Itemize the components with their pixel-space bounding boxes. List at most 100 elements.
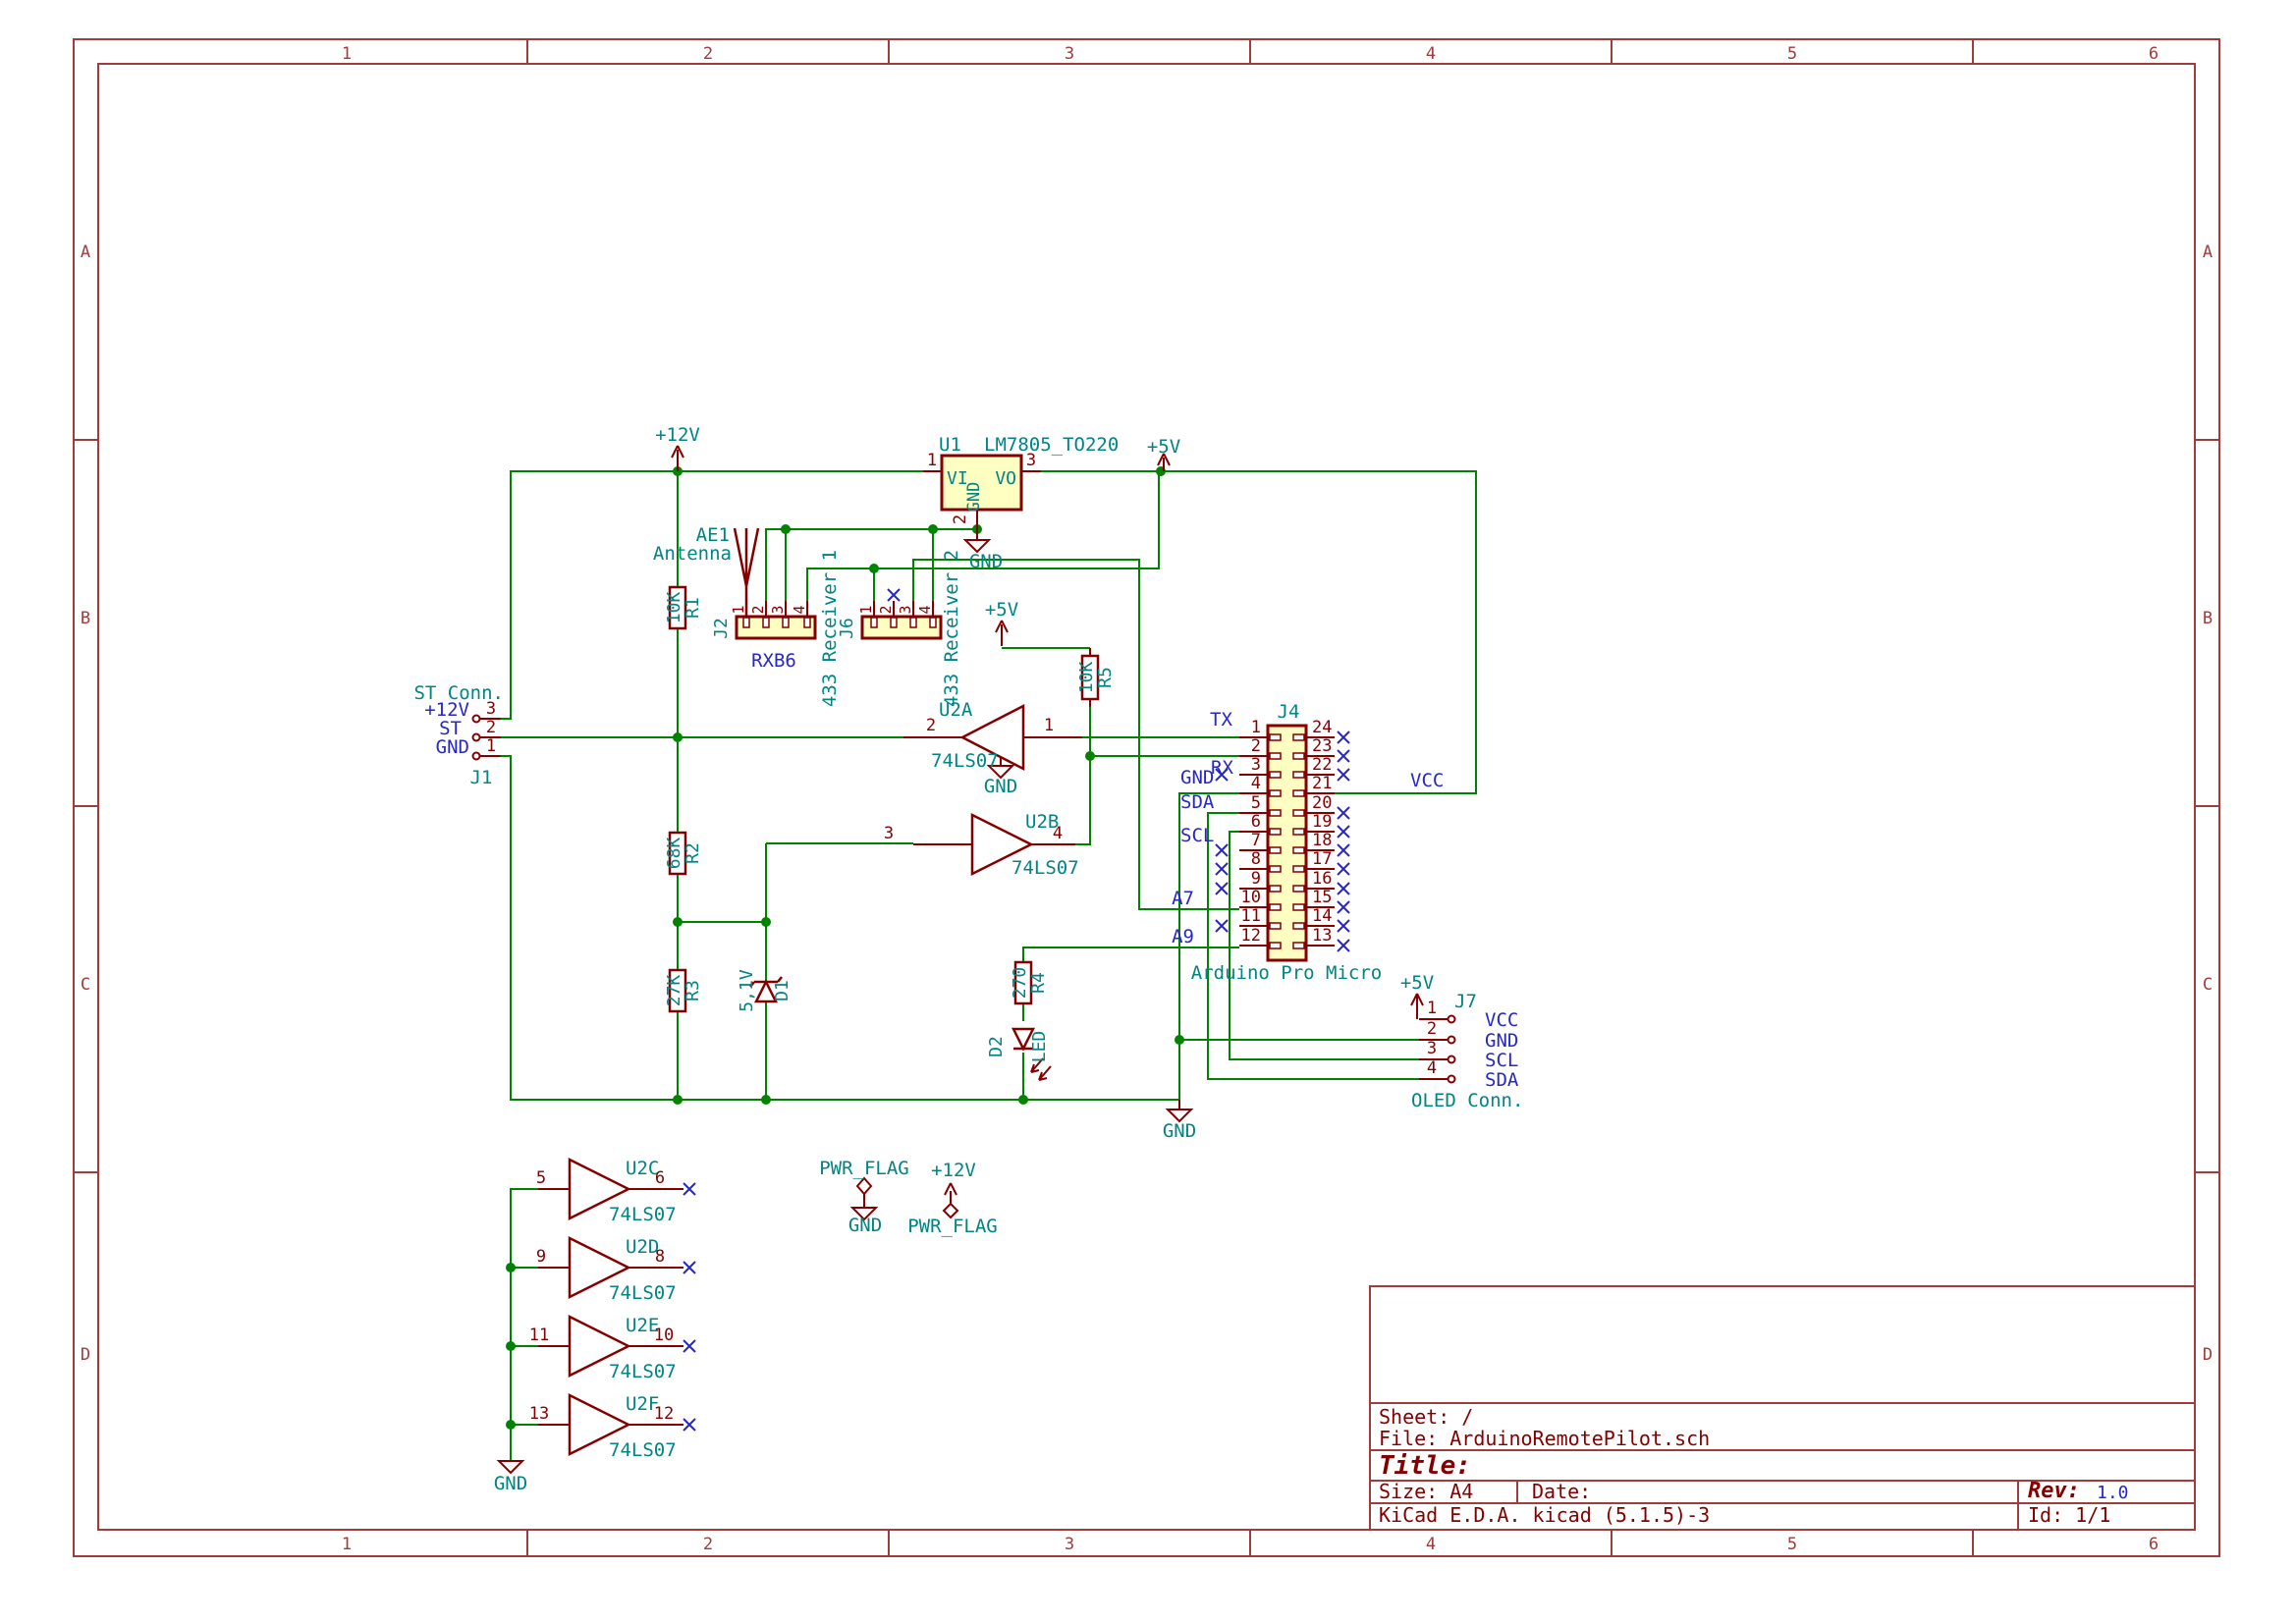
power-label-5v-main: +5V: [1147, 436, 1180, 458]
j2-pin3-num: 3: [769, 605, 787, 614]
j4-pin5-num: 5: [1251, 793, 1261, 813]
gnd-symbol-u2chain: [496, 1460, 525, 1475]
j1-pin2-num: 2: [486, 718, 496, 737]
text-layer: +12V U1 LM7805_TO2201VI VO3GND2GND+5VAE1Ant…: [81, 44, 2213, 1554]
j2-pin1-num: 1: [730, 605, 747, 614]
u1-ref: U1: [939, 434, 961, 456]
frame-row-c-left: C: [81, 975, 90, 995]
j1-ref: J1: [470, 767, 493, 788]
u1-pin3-num: 3: [1026, 451, 1036, 470]
frame-col-2-bottom: 2: [703, 1535, 713, 1554]
net-label-vcc: VCC: [1410, 770, 1444, 791]
j7-pin4-num: 4: [1427, 1058, 1437, 1078]
frame-col-6-top: 6: [2149, 44, 2159, 64]
u1-pin1-num: 1: [927, 451, 937, 470]
frame-row-a-left: A: [81, 243, 90, 262]
gnd-label-bottom: GND: [1163, 1120, 1196, 1142]
pwrflag1-label: PWR_FLAG: [819, 1158, 909, 1179]
wire-12v: [501, 470, 923, 720]
power-label-5v-j7: +5V: [1400, 972, 1434, 994]
gnd-label-u1: GND: [969, 551, 1003, 572]
tb-generator: KiCad E.D.A. kicad (5.1.5)-3: [1379, 1503, 1710, 1527]
power-label-12v-pwrflag: +12V: [931, 1160, 976, 1181]
j4-pin23-num: 23: [1312, 736, 1332, 756]
power-5v-arrow-r5: [995, 620, 1009, 646]
r4-ref: R4: [1028, 972, 1049, 994]
j4-pin15-num: 15: [1312, 888, 1332, 907]
tb-sheet: Sheet: /: [1379, 1405, 1473, 1429]
pwrflag2-label: PWR_FLAG: [907, 1216, 998, 1237]
tb-file: File: ArduinoRemotePilot.sch: [1379, 1427, 1710, 1450]
u2c-pin5-num: 5: [536, 1168, 546, 1188]
d1-ref: D1: [772, 980, 793, 1001]
frame-row-a-right: A: [2203, 243, 2213, 262]
j4-pin18-num: 18: [1312, 831, 1332, 850]
u2c-pin6-num: 6: [655, 1168, 665, 1188]
j7-pin1-name: VCC: [1485, 1009, 1518, 1031]
gnd-symbol-u1: [962, 529, 992, 554]
j4-pin6-num: 6: [1251, 812, 1261, 832]
power-5v-arrow-j7: [1410, 993, 1424, 1015]
j1-pin3-num: 3: [486, 699, 496, 719]
j1-pin1-name: GND: [436, 736, 469, 758]
j4-pin8-num: 8: [1251, 849, 1261, 869]
j2-pin2-num: 2: [749, 605, 767, 614]
u2c-value: 74LS07: [609, 1204, 677, 1225]
u2b-pin4-num: 4: [1053, 824, 1063, 843]
tb-rev-label: Rev:: [2028, 1479, 2080, 1503]
j4-pin13-num: 13: [1312, 926, 1332, 946]
j6-pin2-num: 2: [877, 605, 895, 614]
frame-row-b-right: B: [2203, 609, 2213, 628]
net-label-tx: TX: [1210, 709, 1232, 730]
frame-row-d-left: D: [81, 1345, 90, 1365]
d2-ref: D2: [986, 1036, 1007, 1057]
net-label-sda: SDA: [1180, 791, 1215, 813]
frame-row-c-right: C: [2203, 975, 2213, 995]
j7-title: OLED Conn.: [1411, 1090, 1523, 1111]
frame-col-1-bottom: 1: [342, 1535, 352, 1554]
r3-ref: R3: [683, 980, 703, 1001]
j4-ref: J4: [1278, 701, 1300, 723]
frame-col-2-top: 2: [703, 44, 713, 64]
u2d-value: 74LS07: [609, 1282, 677, 1304]
u2f-pin13-num: 13: [529, 1404, 549, 1424]
d2-value: LED: [1029, 1031, 1050, 1063]
frame-row-b-left: B: [81, 609, 90, 628]
j6-pin1-num: 1: [857, 605, 875, 614]
tb-id: Id: 1/1: [2028, 1503, 2110, 1527]
frame-row-d-right: D: [2203, 1345, 2213, 1365]
u2e-pin11-num: 11: [529, 1325, 549, 1345]
j7-pin2-num: 2: [1427, 1019, 1437, 1039]
j4-pin21-num: 21: [1312, 774, 1332, 793]
tb-rev-value: 1.0: [2097, 1483, 2129, 1503]
j4-pin22-num: 22: [1312, 755, 1332, 775]
u2f-pin12-num: 12: [654, 1404, 674, 1424]
u2f-value: 74LS07: [609, 1439, 677, 1461]
no-connect-marks: [683, 588, 1350, 1432]
net-label-scl: SCL: [1180, 825, 1214, 846]
pwrflag-12v: [942, 1182, 959, 1219]
r4-value: 270: [1010, 967, 1030, 1000]
frame-col-4-top: 4: [1426, 44, 1436, 64]
r1-value: 10K: [664, 592, 684, 624]
j6-pin4-num: 4: [916, 605, 934, 614]
j4-pin7-num: 7: [1251, 831, 1261, 850]
sheet-frame: [73, 38, 2220, 1557]
gnd-label-u2a: GND: [984, 776, 1017, 797]
j7-pin3-num: 3: [1427, 1039, 1437, 1058]
net-label-gnd-j4: GND: [1180, 767, 1214, 788]
frame-col-5-bottom: 5: [1787, 1535, 1797, 1554]
j7-pin3-name: SCL: [1485, 1050, 1518, 1071]
power-12v-arrow: [671, 445, 684, 471]
j4-pin10-num: 10: [1241, 888, 1261, 907]
j7-pin4-name: SDA: [1485, 1069, 1519, 1091]
u1-pin2-num: 2: [951, 514, 970, 524]
j4-pin16-num: 16: [1312, 869, 1332, 889]
u2e-pin10-num: 10: [654, 1325, 674, 1345]
j7-ref: J7: [1454, 991, 1477, 1012]
j1-pin1-num: 1: [486, 736, 496, 756]
j4-value: Arduino Pro Micro: [1191, 962, 1382, 984]
net-label-rx: RX: [1211, 757, 1233, 779]
gnd-symbol-bottom: [1165, 1100, 1194, 1123]
wire-r-divider: [677, 628, 913, 1100]
